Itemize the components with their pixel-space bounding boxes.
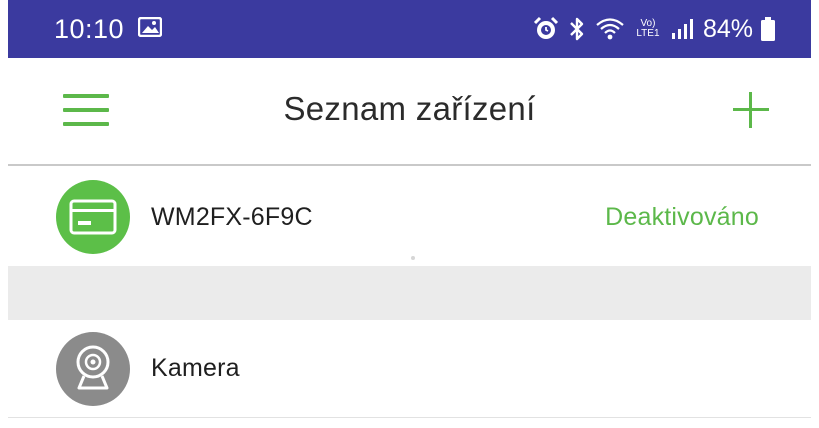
signal-icon — [671, 18, 695, 40]
status-right: Vo) LTE1 84% — [533, 15, 775, 44]
wifi-icon — [595, 17, 625, 41]
status-bar: 10:10 Vo) LTE1 84% — [8, 0, 811, 58]
app-bar: Seznam zařízení — [8, 58, 811, 166]
section-separator — [8, 266, 811, 320]
device-row-wm2fx[interactable]: WM2FX-6F9C Deaktivováno — [8, 168, 811, 266]
status-time: 10:10 — [54, 13, 125, 44]
device-name: WM2FX-6F9C — [151, 202, 313, 231]
network-label: Vo) LTE1 — [636, 18, 660, 39]
device-row-kamera[interactable]: Kamera — [8, 320, 811, 418]
device-name: Kamera — [151, 354, 240, 382]
gateway-card-icon — [56, 180, 130, 254]
scroll-dot — [411, 256, 415, 260]
device-status: Deaktivováno — [605, 202, 759, 231]
image-icon — [137, 16, 163, 42]
app-screen: 10:10 Vo) LTE1 84% Seznam zařízení WM2FX… — [0, 0, 819, 428]
plus-icon[interactable] — [733, 92, 769, 128]
webcam-icon — [56, 331, 130, 406]
bluetooth-icon — [567, 16, 587, 42]
status-left: 10:10 — [54, 13, 163, 45]
page-title: Seznam zařízení — [283, 90, 536, 127]
battery-percentage: 84% — [702, 14, 753, 43]
battery-icon — [761, 17, 775, 41]
alarm-icon — [533, 16, 559, 42]
